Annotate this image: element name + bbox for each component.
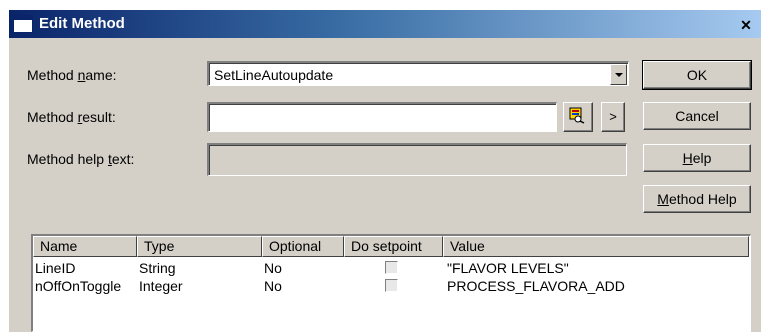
method-result-label: Method result: — [27, 109, 116, 125]
do-setpoint-checkbox[interactable] — [385, 261, 398, 274]
do-setpoint-checkbox[interactable] — [385, 279, 398, 292]
ok-button[interactable]: OK — [642, 60, 752, 90]
edit-method-dialog: Edit Method ✕ Method name: SetLineAutoup… — [8, 9, 761, 332]
method-name-combo[interactable]: SetLineAutoupdate — [207, 61, 629, 86]
method-help-button[interactable]: Method Help — [643, 185, 751, 213]
window-icon — [13, 15, 33, 33]
table-row[interactable]: LineID String No "FLAVOR LEVELS" — [33, 259, 749, 277]
parameter-list[interactable]: Name Type Optional Do setpoint Value Lin… — [31, 234, 751, 332]
help-button[interactable]: Help — [643, 144, 751, 172]
table-row[interactable]: nOffOnToggle Integer No PROCESS_FLAVORA_… — [33, 277, 749, 295]
param-optional: No — [264, 260, 282, 276]
method-name-label: Method name: — [27, 67, 117, 83]
title-bar[interactable]: Edit Method — [9, 10, 761, 38]
param-type: String — [139, 260, 176, 276]
method-result-input[interactable] — [207, 102, 557, 132]
param-optional: No — [264, 278, 282, 294]
method-help-text-input[interactable] — [207, 143, 627, 176]
close-icon[interactable]: ✕ — [737, 16, 755, 34]
column-header-type[interactable]: Type — [137, 236, 262, 257]
column-header-optional[interactable]: Optional — [262, 236, 344, 257]
window-title: Edit Method — [39, 15, 125, 32]
lookup-tag-icon — [569, 107, 585, 124]
expand-result-button[interactable]: > — [601, 102, 625, 132]
list-header: Name Type Optional Do setpoint Value — [33, 236, 749, 257]
param-value: "FLAVOR LEVELS" — [447, 260, 569, 276]
column-header-name[interactable]: Name — [33, 236, 137, 257]
param-type: Integer — [139, 278, 183, 294]
chevron-down-icon[interactable] — [610, 64, 627, 85]
method-help-text-label: Method help text: — [27, 151, 135, 167]
cancel-button[interactable]: Cancel — [643, 102, 751, 130]
method-name-value: SetLineAutoupdate — [214, 67, 334, 83]
column-header-do-setpoint[interactable]: Do setpoint — [344, 236, 443, 257]
column-header-value[interactable]: Value — [443, 236, 749, 257]
lookup-button[interactable] — [563, 102, 593, 132]
chevron-right-icon: > — [609, 109, 617, 124]
param-value: PROCESS_FLAVORA_ADD — [447, 278, 625, 294]
param-name: nOffOnToggle — [35, 278, 122, 294]
param-name: LineID — [35, 260, 76, 276]
